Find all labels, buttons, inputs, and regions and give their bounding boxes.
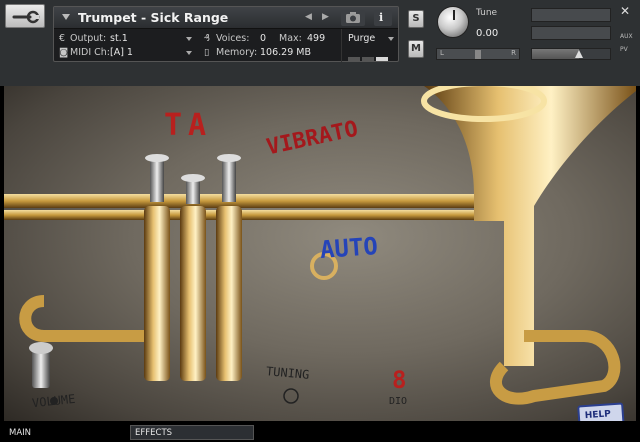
memory-label: Memory: [216, 47, 258, 58]
valve-stem-3 [222, 158, 236, 202]
midi-icon: ◙ [59, 47, 69, 58]
second-pipe [4, 210, 484, 220]
next-instrument-icon[interactable]: ▶ [322, 12, 329, 22]
ta-label[interactable]: TA [164, 108, 212, 143]
instrument-header: Trumpet - Sick Range ◀ ▶ i € Output: st.… [0, 0, 640, 86]
instrument-info-panel: Trumpet - Sick Range ◀ ▶ i € Output: st.… [53, 6, 399, 62]
volume-fill [532, 49, 579, 59]
level-meter-left [531, 8, 611, 22]
help-button[interactable]: HELP [577, 402, 625, 421]
max-voices-label: Max: [279, 33, 302, 44]
purge-section: Purge [341, 29, 399, 62]
output-dropdown-icon[interactable] [186, 37, 192, 41]
purge-bar [362, 57, 374, 61]
volume-slider[interactable] [531, 48, 611, 60]
max-voices-value[interactable]: 499 [307, 33, 325, 44]
tab-bar: MAIN EFFECTS [0, 421, 640, 442]
title-row: Trumpet - Sick Range ◀ ▶ i [54, 7, 398, 29]
voices-label: Voices: [216, 33, 250, 44]
upper-leadpipe [4, 194, 474, 208]
valve-2 [180, 206, 206, 381]
valve-cap-3 [217, 154, 241, 162]
valve-1 [144, 206, 170, 381]
previous-instrument-icon[interactable]: ◀ [305, 12, 312, 22]
purge-memory-indicator [348, 53, 390, 64]
wrench-icon[interactable] [5, 4, 45, 28]
output-icon: € [59, 33, 66, 44]
output-value[interactable]: st.1 [110, 33, 128, 44]
valve-cap-2 [181, 174, 205, 182]
solo-button[interactable]: S [408, 10, 424, 28]
tab-main[interactable]: MAIN [4, 425, 124, 440]
midi-channel-value[interactable]: [A] 1 [110, 47, 133, 58]
collapse-caret-icon[interactable] [62, 14, 70, 20]
trumpet-bell [424, 86, 636, 366]
tune-knob[interactable] [437, 6, 469, 38]
memory-icon: ▯ [204, 47, 210, 58]
purge-bar [376, 57, 388, 61]
mute-button[interactable]: M [408, 40, 424, 58]
voices-value: 0 [260, 33, 267, 44]
tune-label: Tune [476, 8, 498, 18]
tune-knob-indicator [453, 10, 455, 20]
memory-value: 106.29 MB [260, 47, 311, 58]
instrument-name[interactable]: Trumpet - Sick Range [78, 10, 228, 25]
mouthpiece-cup [29, 342, 53, 354]
volume-handle[interactable] [575, 50, 583, 58]
pan-slider[interactable]: L R [436, 48, 520, 60]
midi-channel-label: MIDI Ch: [70, 47, 110, 58]
tab-effects[interactable]: EFFECTS [130, 425, 254, 440]
purge-label[interactable]: Purge [348, 33, 375, 44]
instrument-artwork: TA VIBRATO AUTO TUNING VOLUME 8 DIO HELP [4, 86, 636, 421]
valve-cap-1 [145, 154, 169, 162]
dio-label: DIO [389, 396, 408, 407]
pan-left-label: L [440, 49, 444, 57]
auto-label[interactable]: AUTO [319, 232, 379, 264]
valve-stem-1 [150, 158, 164, 202]
output-label: Output: [70, 33, 107, 44]
range-number[interactable]: 8 [392, 366, 406, 394]
close-icon[interactable]: ✕ [620, 4, 630, 18]
pan-right-label: R [511, 49, 516, 57]
aux-label[interactable]: AUX [620, 33, 633, 40]
pv-label[interactable]: PV [620, 46, 628, 53]
tuning-control[interactable] [283, 388, 299, 404]
info-button[interactable]: i [374, 10, 392, 26]
level-meter-right [531, 26, 611, 40]
purge-dropdown-icon[interactable] [388, 37, 394, 41]
midi-dropdown-icon[interactable] [186, 51, 192, 55]
info-icon: i [379, 11, 384, 24]
purge-bar [348, 57, 360, 61]
pan-handle[interactable] [475, 50, 481, 59]
voices-icon: ₰ [204, 33, 211, 44]
tune-value[interactable]: 0.00 [476, 28, 498, 39]
camera-icon[interactable] [341, 10, 365, 26]
valve-3 [216, 206, 242, 381]
